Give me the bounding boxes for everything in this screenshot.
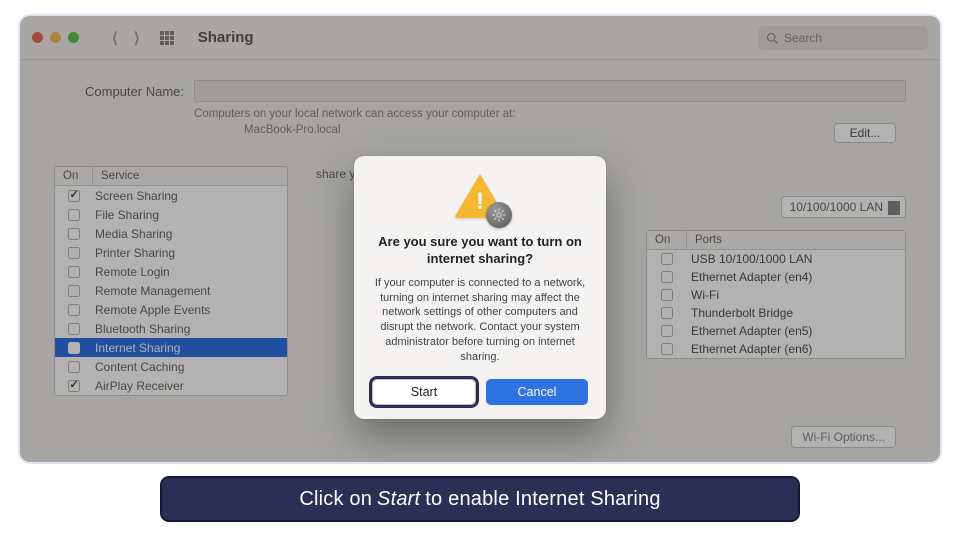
instruction-caption: Click on Start to enable Internet Sharin… bbox=[160, 476, 800, 522]
confirm-dialog: ! Are you sure you want to turn on inter… bbox=[354, 156, 606, 419]
caption-post: to enable Internet Sharing bbox=[425, 488, 660, 511]
gear-icon bbox=[486, 202, 512, 228]
start-button[interactable]: Start bbox=[372, 379, 476, 405]
preferences-window: ⟨ ⟩ Sharing Search Computer Name: Comput… bbox=[18, 14, 942, 464]
cancel-button[interactable]: Cancel bbox=[486, 379, 588, 405]
dialog-title: Are you sure you want to turn on interne… bbox=[372, 234, 588, 268]
dialog-body: If your computer is connected to a netwo… bbox=[372, 276, 588, 365]
caption-emphasis: Start bbox=[377, 488, 420, 511]
warning-icon: ! bbox=[452, 174, 508, 224]
caption-pre: Click on bbox=[299, 488, 372, 511]
